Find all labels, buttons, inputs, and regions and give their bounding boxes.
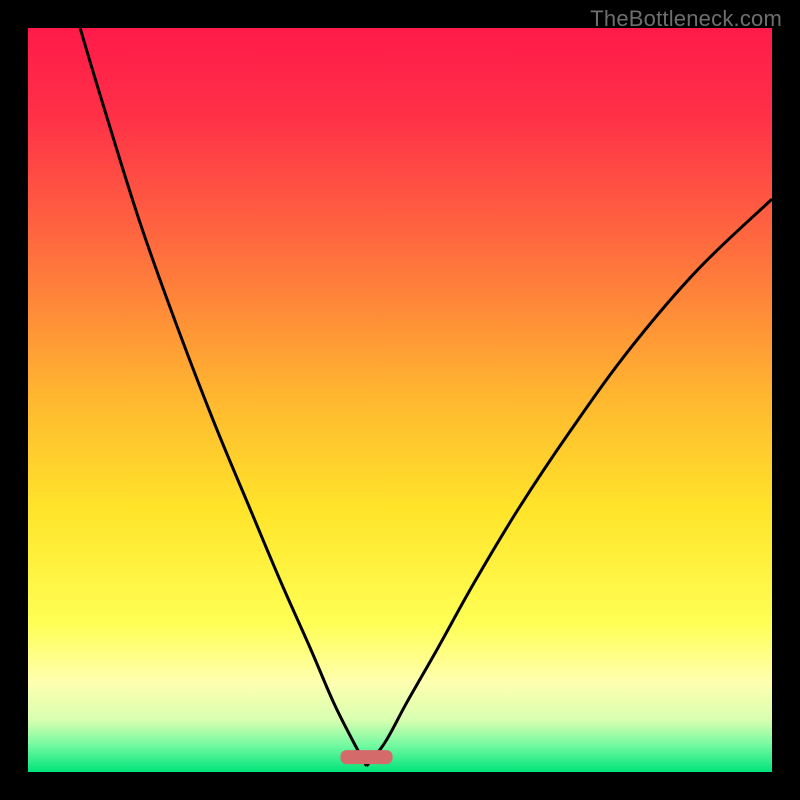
bottleneck-curve-chart — [28, 28, 772, 772]
chart-frame: TheBottleneck.com — [0, 0, 800, 800]
plot-area — [28, 28, 772, 772]
gradient-background — [28, 28, 772, 772]
optimal-marker — [340, 750, 392, 764]
